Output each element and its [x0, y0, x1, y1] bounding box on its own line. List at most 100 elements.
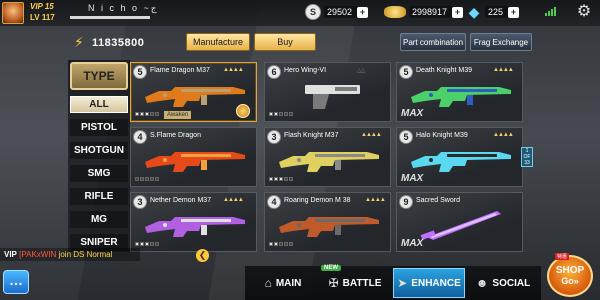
weapon-upgrade-dots	[269, 177, 293, 181]
max-label: MAX	[401, 238, 424, 249]
chat-guild: [PAKxWIN	[19, 250, 57, 259]
add-gold-icon[interactable]: +	[452, 6, 464, 18]
weapon-stars: ▲▲▲▲	[223, 67, 244, 73]
weapon-image	[279, 217, 379, 237]
weapon-name: S.Flame Dragon	[150, 132, 201, 139]
weapon-image	[145, 87, 245, 107]
weapon-card[interactable]: 4 S.Flame Dragon	[130, 127, 257, 187]
weapon-image	[420, 211, 501, 240]
tab-main[interactable]: ⌂ MAIN	[252, 268, 314, 298]
weapon-name: Hero Wing-VI	[284, 67, 327, 74]
gun-icon: ➤	[397, 276, 408, 290]
weapon-image	[279, 152, 379, 172]
weapon-stars: ▲▲▲▲	[493, 132, 514, 138]
type-filter-rifle[interactable]: RIFLE	[70, 188, 128, 205]
buy-button[interactable]: Buy	[254, 33, 316, 51]
type-filter-shotgun[interactable]: SHOTGUN	[70, 142, 128, 159]
weapon-card[interactable]: 5 Flame Dragon M37 ▲▲▲▲ Awaken	[130, 62, 257, 122]
world-chat-line[interactable]: VIP [PAKxWIN join DS Normal	[0, 248, 140, 261]
awaken-medal-icon	[236, 104, 250, 118]
weapon-image	[411, 152, 511, 172]
weapon-image	[411, 87, 511, 107]
type-filter-mg[interactable]: MG	[70, 211, 128, 228]
weapon-upgrade-dots	[135, 112, 159, 116]
weapon-name: Flash Knight M37	[284, 132, 339, 139]
weapon-card[interactable]: 4 Roaring Demon M 38 ▲▲▲▲	[264, 192, 391, 252]
settings-gear-icon[interactable]: ⚙	[575, 3, 593, 21]
shop-label: SHOP	[555, 265, 585, 276]
weapon-name: Halo Knight M39	[416, 132, 468, 139]
scroll-left-icon[interactable]: ❮	[196, 249, 209, 262]
exp-bar	[70, 16, 150, 19]
type-filter-smg[interactable]: SMG	[70, 165, 128, 182]
chat-vip: VIP	[4, 250, 17, 259]
weapon-stars: ▲▲▲▲	[365, 197, 386, 203]
silver-coin-icon: S	[305, 4, 321, 20]
shop-sale-tag: 特惠	[555, 253, 570, 260]
weapon-card[interactable]: 6 Hero Wing-VI △△	[264, 62, 391, 122]
weapon-card[interactable]: 9 Sacred Sword MAX	[396, 192, 523, 252]
tab-main-label: MAIN	[275, 277, 302, 289]
weapon-card[interactable]: 5 Death Knight M39 ▲▲▲▲ MAX	[396, 62, 523, 122]
weapon-card[interactable]: 3 Flash Knight M37 ▲▲▲▲	[264, 127, 391, 187]
weapon-name: Sacred Sword	[416, 197, 460, 204]
weapon-image	[305, 85, 360, 109]
weapon-grid: 5 Flame Dragon M37 ▲▲▲▲ Awaken 6 Hero Wi…	[130, 60, 530, 256]
type-filter-pistol[interactable]: PISTOL	[70, 119, 128, 136]
gold-coin-icon	[384, 6, 406, 18]
player-level: LV 117	[30, 13, 55, 22]
max-label: MAX	[401, 108, 424, 119]
signal-icon	[545, 7, 556, 16]
gp-amount: 11835800	[92, 37, 145, 49]
player-avatar[interactable]	[2, 2, 24, 24]
tab-battle[interactable]: ✠ BATTLE	[320, 268, 390, 298]
diamond-amount: 225	[485, 6, 510, 18]
shop-button[interactable]: SHOP Go»	[547, 255, 593, 297]
gold-amount: 2998917	[409, 6, 454, 18]
weapon-name: Flame Dragon M37	[150, 67, 210, 74]
page-counter: 1 OF 33	[521, 147, 533, 167]
weapon-name: Nether Demon M37	[150, 197, 212, 204]
shop-go-label: Go»	[561, 276, 579, 286]
weapon-upgrade-dots	[269, 112, 293, 116]
tab-battle-label: BATTLE	[342, 277, 382, 289]
chat-bubble-icon[interactable]: …	[3, 270, 29, 294]
gold-resource[interactable]: 2998917 +	[384, 4, 464, 20]
gp-lightning-icon: ⚡	[74, 34, 84, 50]
weapon-image	[145, 152, 245, 172]
tab-social[interactable]: ☻ SOCIAL	[470, 268, 536, 298]
add-diamond-icon[interactable]: +	[508, 6, 520, 18]
weapon-stars: △△	[357, 68, 365, 74]
tab-enhance[interactable]: ➤ ENHANCE	[393, 268, 465, 298]
chat-message: join DS Normal	[58, 250, 113, 259]
weapon-upgrade-dots	[135, 177, 159, 181]
type-filter-all[interactable]: ALL	[70, 96, 128, 113]
weapon-upgrade-dots	[269, 242, 293, 246]
frag-exchange-button[interactable]: Frag Exchange	[470, 33, 532, 51]
weapon-upgrade-dots	[135, 242, 159, 246]
people-icon: ☻	[475, 276, 489, 290]
weapon-name: Roaring Demon M 38	[284, 197, 351, 204]
vip-level: VIP 15	[30, 2, 54, 11]
part-combination-button[interactable]: Part combination	[400, 33, 466, 51]
weapon-card[interactable]: 3 Nether Demon M37 ▲▲▲▲	[130, 192, 257, 252]
silver-resource[interactable]: S 29502 +	[305, 4, 369, 20]
home-icon: ⌂	[264, 276, 272, 290]
weapon-stars: ▲▲▲▲	[493, 67, 514, 73]
weapon-image	[145, 217, 245, 237]
weapon-stars: ▲▲▲▲	[361, 132, 382, 138]
weapon-stars: ▲▲▲▲	[223, 197, 244, 203]
weapon-card[interactable]: 5 Halo Knight M39 ▲▲▲▲ MAX	[396, 127, 523, 187]
tab-social-label: SOCIAL	[492, 277, 531, 289]
type-header: TYPE	[70, 62, 128, 90]
diamond-icon: ◆	[468, 3, 480, 20]
weapon-name: Death Knight M39	[416, 67, 473, 74]
player-name: N i c h o ~⁣ج	[88, 3, 157, 13]
tab-enhance-label: ENHANCE	[411, 277, 461, 289]
awaken-label: Awaken	[164, 111, 192, 119]
diamond-resource[interactable]: ◆ 225 +	[466, 3, 520, 20]
manufacture-button[interactable]: Manufacture	[186, 33, 250, 51]
silver-amount: 29502	[324, 6, 359, 18]
add-silver-icon[interactable]: +	[357, 6, 369, 18]
crosshair-icon: ✠	[328, 276, 339, 290]
